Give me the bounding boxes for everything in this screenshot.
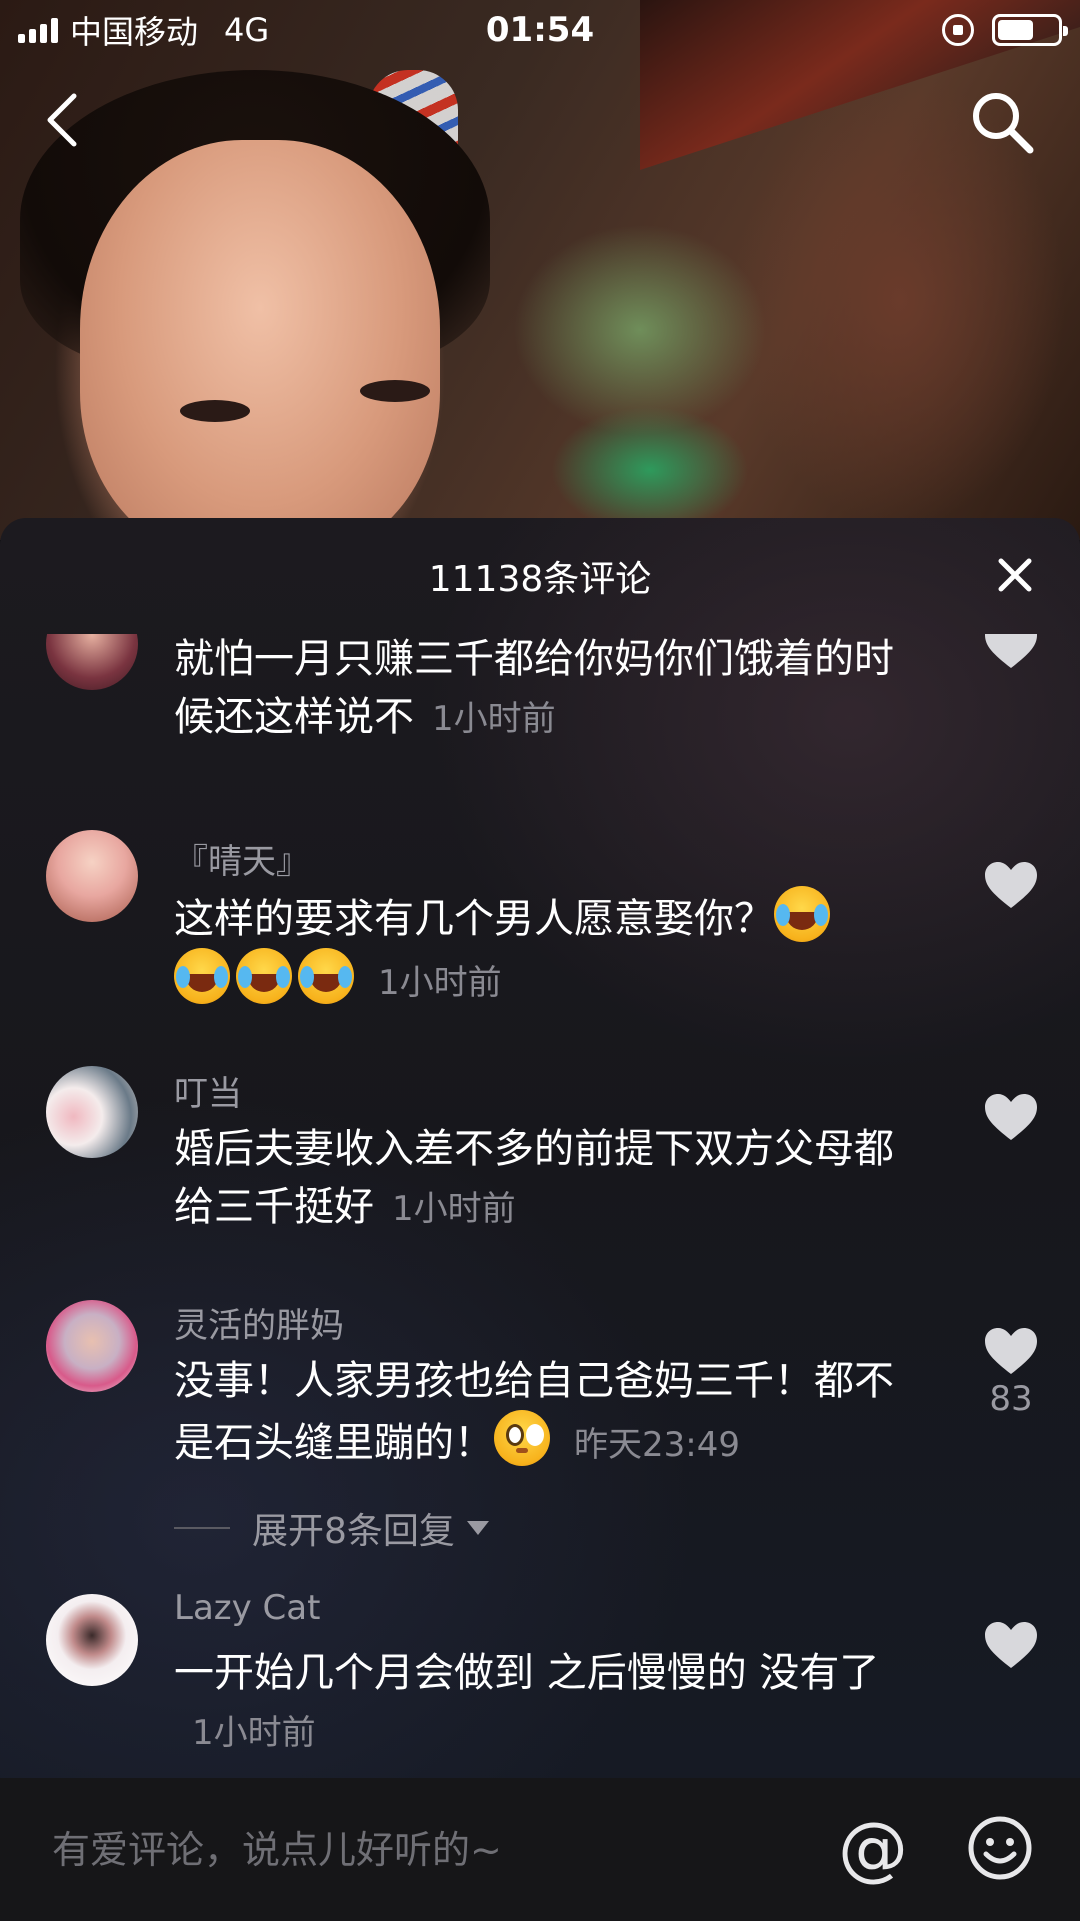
signal-icon — [18, 17, 58, 43]
heart-icon — [985, 862, 1037, 908]
avatar[interactable] — [46, 1300, 138, 1392]
comment-time: 昨天23:49 — [574, 1425, 740, 1465]
emoji-button[interactable] — [966, 1814, 1034, 1882]
mention-button[interactable]: @ — [838, 1808, 908, 1888]
divider-line — [174, 1527, 230, 1529]
comment-body: 没事！人家男孩也给自己爸妈三千！都不是石头缝里蹦的！ 昨天23:49 — [174, 1352, 914, 1474]
shy-smile-emoji-icon — [494, 1410, 550, 1466]
avatar[interactable] — [46, 634, 138, 690]
smiley-icon — [968, 1816, 1032, 1880]
comment-list[interactable]: 就怕一月只赚三千都给你妈你们饿着的时候还这样说不 1小时前 『晴天』 这样的要求有… — [0, 634, 1080, 1778]
like-button[interactable] — [983, 1620, 1039, 1670]
laugh-cry-emoji-icon — [298, 948, 354, 1004]
battery-level — [998, 20, 1033, 40]
comment-text: 一开始几个月会做到 之后慢慢的 没有了 — [174, 1650, 880, 1696]
video-eye-shape — [180, 400, 250, 422]
comment-sheet: 11138条评论 就怕一月只赚三千都给你妈你们饿着的时候还这样说不 1小时前 『晴… — [0, 518, 1080, 1778]
avatar[interactable] — [46, 1594, 138, 1686]
comment-count-title: 11138条评论 — [428, 559, 652, 600]
heart-icon — [985, 1328, 1037, 1374]
close-icon — [998, 558, 1032, 592]
comment-input[interactable] — [52, 1818, 792, 1882]
comment-body: 一开始几个月会做到 之后慢慢的 没有了 1小时前 — [174, 1644, 914, 1762]
network-label: 4G — [224, 11, 270, 49]
expand-replies-button[interactable]: 展开8条回复 — [174, 1502, 489, 1554]
battery-icon — [992, 14, 1068, 46]
like-button[interactable] — [983, 1092, 1039, 1142]
carrier-label: 中国移动 — [70, 13, 199, 51]
expand-replies-label: 展开8条回复 — [252, 1511, 455, 1552]
heart-icon — [985, 1622, 1037, 1668]
comment-body: 这样的要求有几个男人愿意娶你？ 1小时前 — [174, 886, 914, 1012]
close-button[interactable] — [996, 556, 1034, 594]
comment-username[interactable]: 叮当 — [174, 1066, 242, 1115]
comment-time: 1小时前 — [432, 699, 556, 739]
comment-body: 婚后夫妻收入差不多的前提下双方父母都给三千挺好 1小时前 — [174, 1120, 914, 1238]
status-right — [942, 14, 1068, 46]
comment-username[interactable]: 灵活的胖妈 — [174, 1298, 344, 1347]
avatar[interactable] — [46, 830, 138, 922]
comment-username[interactable]: Lazy Cat — [174, 1588, 320, 1628]
rotation-lock-icon — [942, 14, 974, 46]
like-button[interactable] — [983, 1326, 1039, 1376]
laugh-cry-emoji-icon — [774, 886, 830, 942]
comment-text: 这样的要求有几个男人愿意娶你？ — [174, 896, 774, 942]
comment-time: 1小时前 — [378, 963, 502, 1003]
like-button[interactable] — [983, 860, 1039, 910]
laugh-cry-emoji-icon — [236, 948, 292, 1004]
search-icon — [973, 93, 1034, 154]
comment-input-bar: @ — [0, 1778, 1080, 1921]
comment-body: 就怕一月只赚三千都给你妈你们饿着的时候还这样说不 1小时前 — [174, 634, 914, 748]
video-face-shape — [80, 140, 440, 540]
video-eye-shape — [360, 380, 430, 402]
status-bar: 中国移动 4G 01:54 — [0, 0, 1080, 60]
comment-time: 1小时前 — [192, 1713, 316, 1753]
comment-username[interactable]: 『晴天』 — [174, 834, 310, 883]
video-background[interactable] — [0, 0, 1080, 540]
chevron-left-icon — [47, 93, 77, 147]
laugh-cry-emoji-icon — [174, 948, 230, 1004]
comment-sheet-header: 11138条评论 — [0, 518, 1080, 634]
avatar[interactable] — [46, 1066, 138, 1158]
search-button[interactable] — [968, 88, 1036, 156]
like-button[interactable] — [983, 634, 1039, 670]
status-left: 中国移动 4G — [18, 7, 269, 53]
like-count: 83 — [989, 1379, 1033, 1419]
at-icon: @ — [838, 1807, 908, 1889]
back-button[interactable] — [40, 90, 90, 150]
comment-time: 1小时前 — [392, 1189, 516, 1229]
comment-text: 婚后夫妻收入差不多的前提下双方父母都给三千挺好 — [174, 1126, 894, 1230]
heart-icon — [985, 634, 1037, 668]
caret-down-icon — [466, 1521, 489, 1535]
heart-icon — [985, 1094, 1037, 1140]
